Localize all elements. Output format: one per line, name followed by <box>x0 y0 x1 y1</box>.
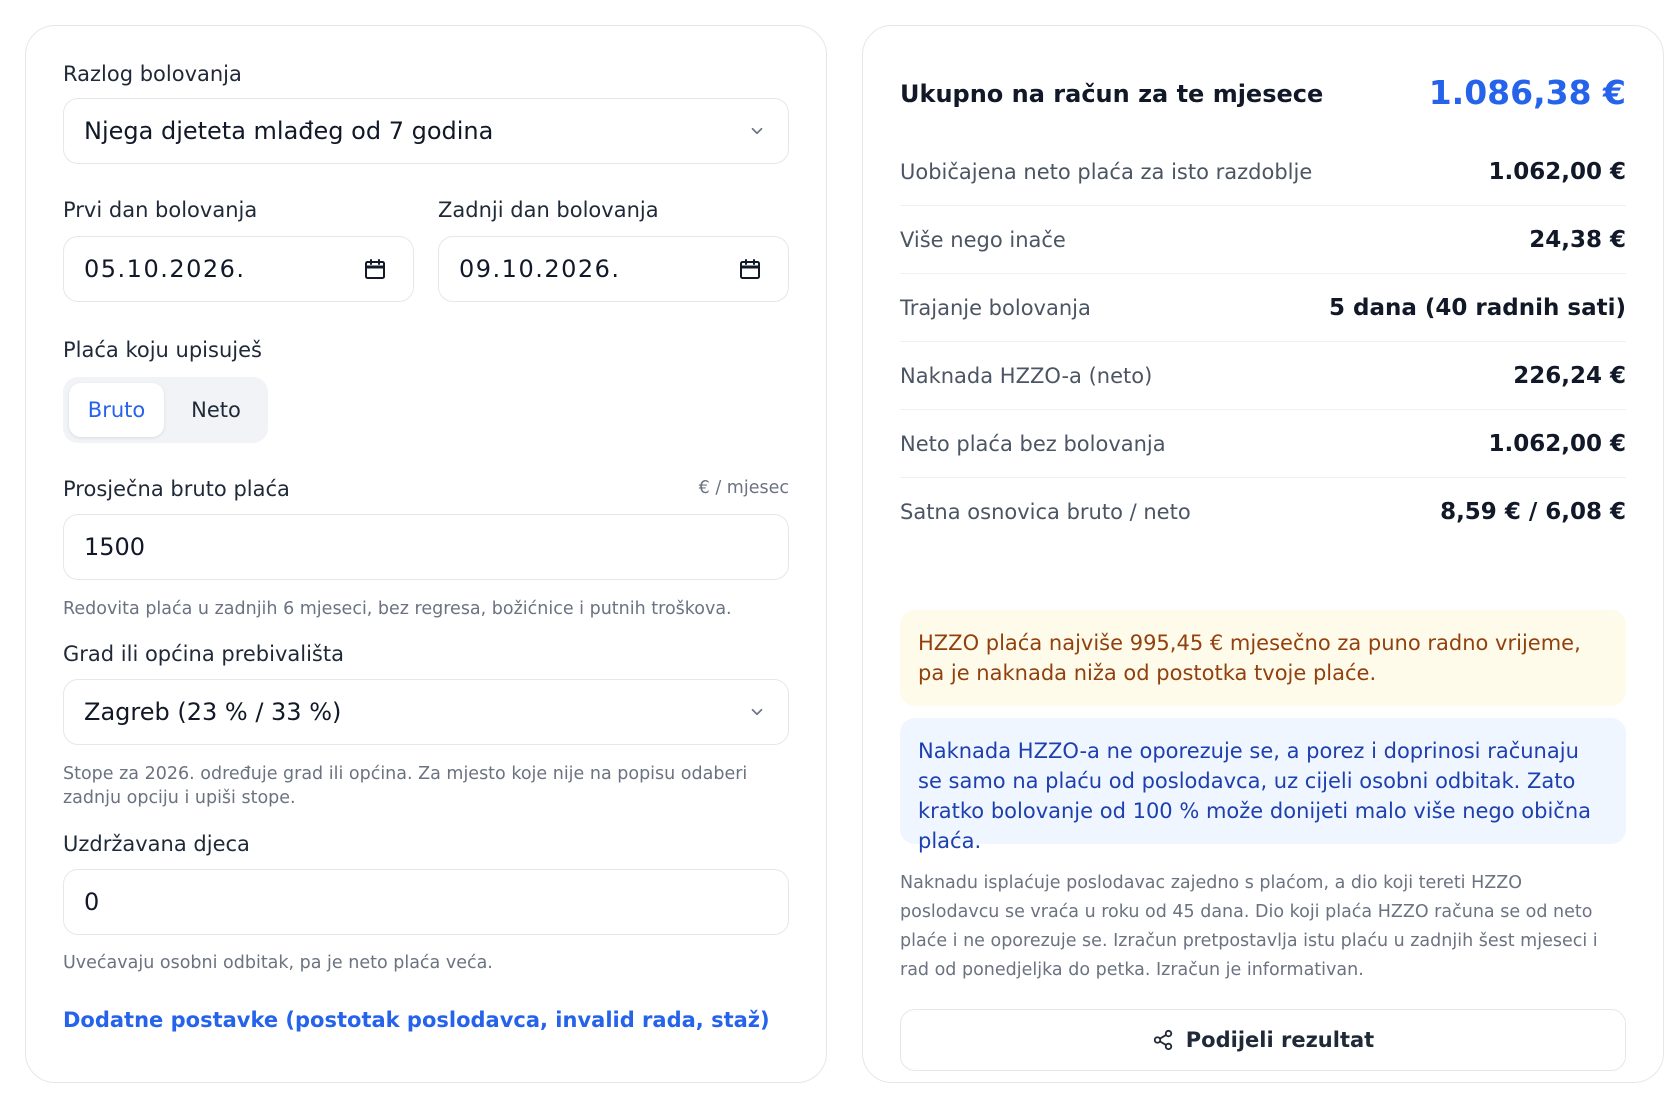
chevron-down-icon <box>751 708 763 716</box>
salary-type-bruto-option[interactable]: Bruto <box>69 383 164 437</box>
last-day-input[interactable]: 09.10.2026. <box>438 236 789 302</box>
city-help: Stope za 2026. određuje grad ili općina.… <box>63 764 748 808</box>
children-help: Uvećavaju osobni odbitak, pa je neto pla… <box>63 953 493 973</box>
result-row-value: 8,59 € / 6,08 € <box>1440 499 1626 525</box>
chevron-down-icon <box>751 127 763 135</box>
avg-salary-help: Redovita plaća u zadnjih 6 mjeseci, bez … <box>63 599 732 619</box>
children-value: 0 <box>84 888 100 916</box>
reason-select[interactable]: Njega djeteta mlađeg od 7 godina <box>63 98 789 164</box>
results-card: Ukupno na račun za te mjesece 1.086,38 €… <box>862 25 1664 1083</box>
reason-select-value: Njega djeteta mlađeg od 7 godina <box>84 117 494 145</box>
result-row-value: 24,38 € <box>1529 226 1626 253</box>
advanced-settings-link[interactable]: Dodatne postavke (postotak poslodavca, i… <box>63 1008 770 1032</box>
hzzo-cap-warning: HZZO plaća najviše 995,45 € mjesečno za … <box>900 610 1626 706</box>
result-row: Trajanje bolovanja 5 dana (40 radnih sat… <box>900 274 1626 342</box>
result-row: Naknada HZZO-a (neto) 226,24 € <box>900 342 1626 410</box>
result-row-value: 1.062,00 € <box>1488 158 1626 185</box>
children-input[interactable]: 0 <box>63 869 789 935</box>
avg-salary-value: 1500 <box>84 533 146 561</box>
city-select-value: Zagreb (23 % / 33 %) <box>84 698 342 726</box>
children-label: Uzdržavana djeca <box>63 832 250 856</box>
avg-salary-unit: € / mjesec <box>698 478 789 498</box>
avg-salary-input[interactable]: 1500 <box>63 514 789 580</box>
share-icon <box>1153 1029 1172 1051</box>
calculator-form-card: Razlog bolovanja Njega djeteta mlađeg od… <box>25 25 827 1083</box>
result-row-label: Trajanje bolovanja <box>900 295 1091 320</box>
result-row-value: 5 dana (40 radnih sati) <box>1329 294 1626 321</box>
share-result-button[interactable]: Podijeli rezultat <box>900 1009 1626 1071</box>
result-row-label: Uobičajena neto plaća za isto razdoblje <box>900 159 1313 184</box>
result-row-label: Više nego inače <box>900 227 1066 252</box>
total-label: Ukupno na račun za te mjesece <box>900 80 1324 108</box>
result-row-value: 1.062,00 € <box>1488 430 1626 457</box>
last-day-label: Zadnji dan bolovanja <box>438 198 659 222</box>
salary-type-label: Plaća koju upisuješ <box>63 338 262 362</box>
total-value: 1.086,38 € <box>1428 73 1626 112</box>
avg-salary-label: Prosječna bruto plaća <box>63 477 290 501</box>
result-row-label: Satna osnovica bruto / neto <box>900 500 1191 524</box>
salary-type-neto-option[interactable]: Neto <box>172 383 260 437</box>
last-day-value: 09.10.2026. <box>459 255 621 283</box>
reason-label: Razlog bolovanja <box>63 62 242 86</box>
salary-type-toggle: Bruto Neto <box>63 377 268 443</box>
disclaimer-footnote: Naknadu isplaćuje poslodavac zajedno s p… <box>900 873 1598 980</box>
calendar-icon[interactable] <box>738 257 762 281</box>
results-list: Uobičajena neto plaća za isto razdoblje … <box>900 138 1626 546</box>
result-row: Više nego inače 24,38 € <box>900 206 1626 274</box>
first-day-value: 05.10.2026. <box>84 255 246 283</box>
result-row-label: Neto plaća bez bolovanja <box>900 431 1166 456</box>
result-row: Uobičajena neto plaća za isto razdoblje … <box>900 138 1626 206</box>
result-row: Satna osnovica bruto / neto 8,59 € / 6,0… <box>900 478 1626 546</box>
first-day-label: Prvi dan bolovanja <box>63 198 258 222</box>
result-row-label: Naknada HZZO-a (neto) <box>900 363 1153 388</box>
first-day-input[interactable]: 05.10.2026. <box>63 236 414 302</box>
tax-info-note: Naknada HZZO-a ne oporezuje se, a porez … <box>900 718 1626 853</box>
result-row-value: 226,24 € <box>1513 362 1626 389</box>
city-label: Grad ili općina prebivališta <box>63 642 344 666</box>
share-result-label: Podijeli rezultat <box>1185 1028 1375 1052</box>
result-row: Neto plaća bez bolovanja 1.062,00 € <box>900 410 1626 478</box>
calendar-icon[interactable] <box>363 257 387 281</box>
city-select[interactable]: Zagreb (23 % / 33 %) <box>63 679 789 745</box>
